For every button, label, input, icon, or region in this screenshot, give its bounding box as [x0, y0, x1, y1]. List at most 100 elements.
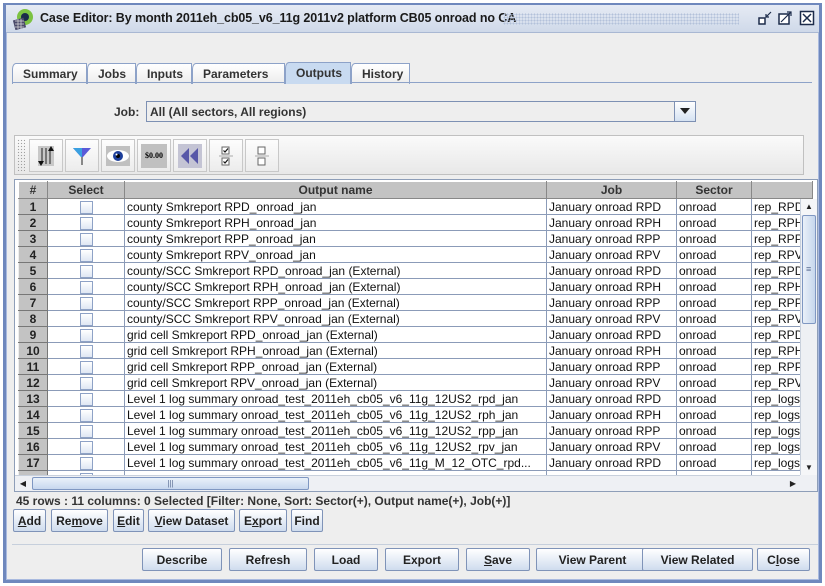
- table-row[interactable]: 16 Level 1 log summary onroad_test_2011eh…: [18, 438, 814, 455]
- dialog-close-button[interactable]: Close: [757, 548, 810, 571]
- select-checkbox[interactable]: [79, 440, 93, 454]
- tab-inputs[interactable]: Inputs: [136, 63, 192, 84]
- clear-selection-button[interactable]: [245, 139, 279, 172]
- dialog-view-related-button[interactable]: View Related: [642, 548, 753, 571]
- select-checkbox[interactable]: [79, 376, 93, 390]
- column-header-select[interactable]: Select: [47, 181, 125, 199]
- scroll-left-arrow-icon[interactable]: ◀: [15, 476, 31, 491]
- horizontal-scroll-thumb[interactable]: |||: [32, 477, 309, 490]
- table-row[interactable]: 17 Level 1 log summary onroad_test_2011eh…: [18, 454, 814, 471]
- scroll-right-arrow-icon[interactable]: ▶: [785, 476, 801, 491]
- column-header-number[interactable]: #: [18, 181, 48, 199]
- title-bar[interactable]: Case Editor: By month 2011eh_cb05_v6_11g…: [6, 5, 819, 33]
- select-checkbox[interactable]: [79, 216, 93, 230]
- table-row[interactable]: 5 county/SCC Smkreport RPD_onroad_jan (Ex…: [18, 262, 814, 279]
- table-row[interactable]: 12 grid cell Smkreport RPV_onroad_jan (Ex…: [18, 374, 814, 391]
- table-row[interactable]: 14 Level 1 log summary onroad_test_2011eh…: [18, 406, 814, 423]
- row-number[interactable]: 14: [18, 406, 48, 423]
- tab-summary[interactable]: Summary: [12, 63, 87, 84]
- tab-jobs[interactable]: Jobs: [87, 63, 136, 84]
- row-number[interactable]: 13: [18, 390, 48, 407]
- select-checkbox[interactable]: [79, 392, 93, 406]
- maximize-icon[interactable]: [777, 10, 793, 26]
- row-number[interactable]: 12: [18, 374, 48, 391]
- row-number[interactable]: 6: [18, 278, 48, 295]
- table-row[interactable]: 2 county Smkreport RPH_onroad_jan January …: [18, 214, 814, 231]
- select-checkbox[interactable]: [79, 296, 93, 310]
- table-row[interactable]: 7 county/SCC Smkreport RPP_onroad_jan (Ex…: [18, 294, 814, 311]
- select-checkbox[interactable]: [79, 264, 93, 278]
- select-checkbox[interactable]: [79, 248, 93, 262]
- row-number[interactable]: 11: [18, 358, 48, 375]
- table-row[interactable]: 15 Level 1 log summary onroad_test_2011eh…: [18, 422, 814, 439]
- table-row[interactable]: 1 county Smkreport RPD_onroad_jan January …: [18, 198, 814, 215]
- close-icon[interactable]: [799, 10, 815, 26]
- table-row[interactable]: 6 county/SCC Smkreport RPH_onroad_jan (Ex…: [18, 278, 814, 295]
- dialog-view-parent-button[interactable]: View Parent: [536, 548, 649, 571]
- scroll-down-arrow-icon[interactable]: ▼: [801, 460, 817, 476]
- table-row[interactable]: 8 county/SCC Smkreport RPV_onroad_jan (Ex…: [18, 310, 814, 327]
- column-header-job[interactable]: Job: [546, 181, 677, 199]
- select-checkbox[interactable]: [79, 280, 93, 294]
- row-number[interactable]: 17: [18, 454, 48, 471]
- view-button[interactable]: [101, 139, 135, 172]
- row-number[interactable]: 4: [18, 246, 48, 263]
- table-row[interactable]: 3 county Smkreport RPP_onroad_jan January …: [18, 230, 814, 247]
- dialog-save-button[interactable]: Save: [466, 548, 530, 571]
- iconify-icon[interactable]: [757, 10, 773, 26]
- table-row[interactable]: 4 county Smkreport RPV_onroad_jan January …: [18, 246, 814, 263]
- row-number[interactable]: 5: [18, 262, 48, 279]
- column-header-output-name[interactable]: Output name: [124, 181, 547, 199]
- table-edit-button[interactable]: Edit: [113, 509, 144, 532]
- row-number[interactable]: 10: [18, 342, 48, 359]
- horizontal-scrollbar[interactable]: ◀ ||| ▶: [15, 475, 801, 491]
- table-row[interactable]: 10 grid cell Smkreport RPH_onroad_jan (Ex…: [18, 342, 814, 359]
- row-number[interactable]: 7: [18, 294, 48, 311]
- select-checkbox[interactable]: [79, 312, 93, 326]
- vertical-scroll-thumb[interactable]: ≡: [802, 215, 816, 324]
- reset-button[interactable]: [173, 139, 207, 172]
- table-row[interactable]: 13 Level 1 log summary onroad_test_2011eh…: [18, 390, 814, 407]
- select-checkbox[interactable]: [79, 200, 93, 214]
- button-label: Refresh: [245, 552, 291, 567]
- dialog-describe-button[interactable]: Describe: [142, 548, 222, 571]
- row-number[interactable]: 15: [18, 422, 48, 439]
- select-checkbox[interactable]: [79, 232, 93, 246]
- select-checkbox[interactable]: [79, 408, 93, 422]
- dialog-export-button[interactable]: Export: [385, 548, 459, 571]
- table-find-button[interactable]: Find: [291, 509, 323, 532]
- tab-parameters[interactable]: Parameters: [192, 63, 285, 84]
- job-select[interactable]: All (All sectors, All regions): [146, 101, 696, 122]
- row-number[interactable]: 16: [18, 438, 48, 455]
- table-view-dataset-button[interactable]: View Dataset: [148, 509, 235, 532]
- row-number[interactable]: 9: [18, 326, 48, 343]
- row-number[interactable]: 3: [18, 230, 48, 247]
- row-number[interactable]: 2: [18, 214, 48, 231]
- table-row[interactable]: 9 grid cell Smkreport RPD_onroad_jan (Ext…: [18, 326, 814, 343]
- toolbar-grip[interactable]: [17, 139, 25, 171]
- select-all-button[interactable]: [209, 139, 243, 172]
- column-header-sector[interactable]: Sector: [676, 181, 752, 199]
- select-checkbox[interactable]: [79, 328, 93, 342]
- tab-history[interactable]: History: [351, 63, 410, 84]
- format-button[interactable]: $0.00: [137, 139, 171, 172]
- select-checkbox[interactable]: [79, 456, 93, 470]
- tab-outputs[interactable]: Outputs: [285, 62, 351, 84]
- row-number[interactable]: 1: [18, 198, 48, 215]
- sort-button[interactable]: [29, 139, 63, 172]
- filter-button[interactable]: [65, 139, 99, 172]
- table-row[interactable]: 11 grid cell Smkreport RPP_onroad_jan (Ex…: [18, 358, 814, 375]
- table-add-button[interactable]: Add: [13, 509, 46, 532]
- select-checkbox[interactable]: [79, 360, 93, 374]
- table-export-button[interactable]: Export: [239, 509, 287, 532]
- dialog-load-button[interactable]: Load: [314, 548, 378, 571]
- row-number[interactable]: 8: [18, 310, 48, 327]
- scroll-up-arrow-icon[interactable]: ▲: [801, 199, 817, 215]
- select-checkbox[interactable]: [79, 424, 93, 438]
- vertical-scrollbar[interactable]: ▲ ≡ ▼: [800, 199, 817, 476]
- column-header-extra[interactable]: [750, 181, 814, 199]
- select-checkbox[interactable]: [79, 344, 93, 358]
- table-remove-button[interactable]: Remove: [51, 509, 108, 532]
- dialog-refresh-button[interactable]: Refresh: [229, 548, 307, 571]
- chevron-down-icon[interactable]: [674, 102, 695, 121]
